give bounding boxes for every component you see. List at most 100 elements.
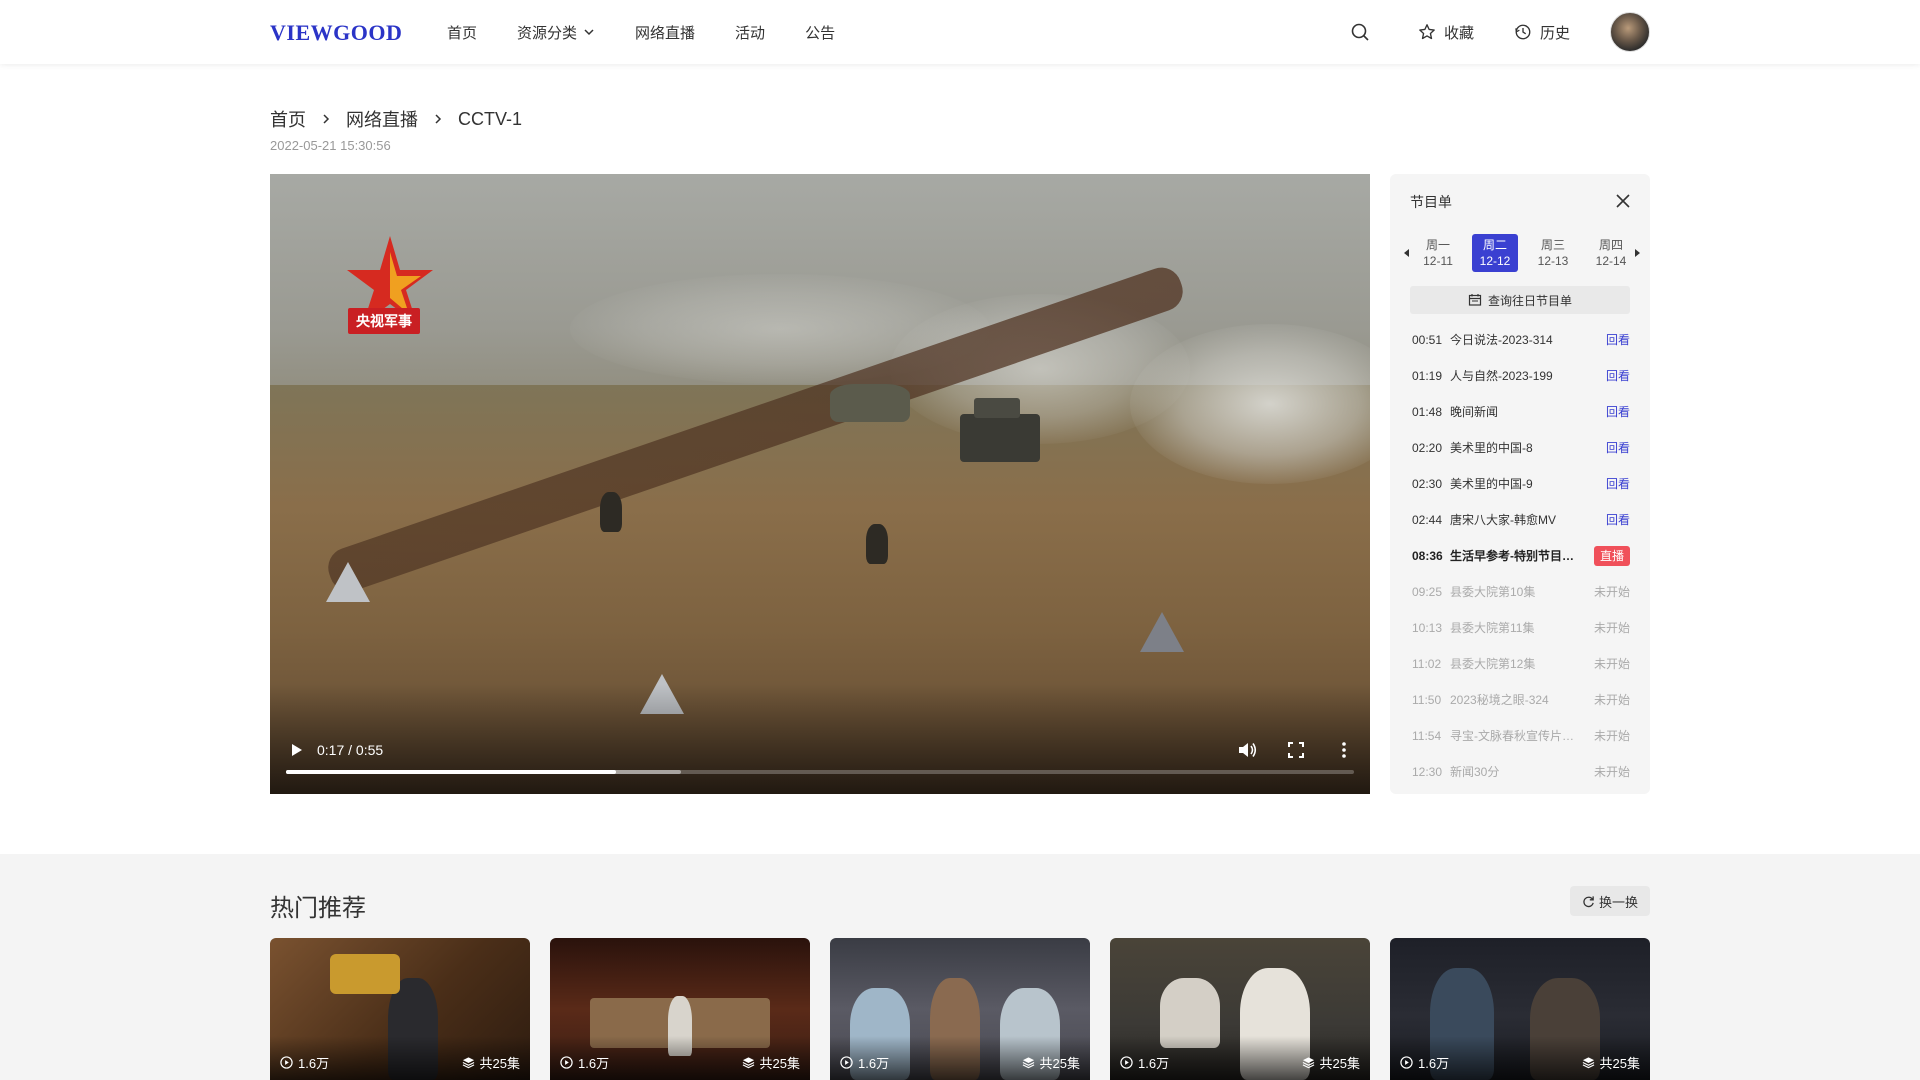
video-frame-soldier	[600, 492, 622, 532]
program-item[interactable]: 02:20 美术里的中国-8 回看	[1390, 430, 1650, 466]
schedule-title: 节目单	[1410, 194, 1452, 210]
site-logo[interactable]: VIEWGOOD	[270, 20, 402, 46]
main-nav: 首页 资源分类 网络直播 活动 公告	[447, 0, 875, 64]
day-week: 周二	[1482, 238, 1507, 252]
day-selector: 周一 12-11 周二 12-12 周三 12-13 周四 12-14	[1390, 234, 1650, 272]
program-name: 新闻30分	[1450, 765, 1500, 779]
favorites-button[interactable]: 收藏	[1418, 22, 1474, 43]
card-views-count: 1.6万	[1138, 1056, 1170, 1071]
video-frame-marker	[326, 562, 370, 602]
program-item-live[interactable]: 08:36 生活早参考-特别节目… 直播	[1390, 538, 1650, 574]
program-time: 02:30	[1412, 477, 1443, 491]
fullscreen-icon[interactable]	[1286, 740, 1306, 760]
recommend-card-list: 1.6万 共25集 1.6万 共25集 1.6万 共25集 1.6万 共25集 …	[270, 938, 1670, 1080]
card-episodes: 共25集	[1022, 1053, 1080, 1072]
calendar-icon	[1468, 294, 1482, 306]
card-views: 1.6万	[840, 1053, 889, 1072]
volume-icon[interactable]	[1236, 739, 1258, 761]
program-name: 人与自然-2023-199	[1450, 369, 1553, 383]
next-day-arrow-icon[interactable]	[1635, 249, 1640, 257]
program-name: 唐宋八大家-韩愈MV	[1450, 513, 1556, 527]
program-status-upcoming: 未开始	[1593, 729, 1630, 743]
close-icon[interactable]	[1614, 192, 1632, 210]
play-circle-icon	[840, 1056, 853, 1069]
program-status-replay[interactable]: 回看	[1606, 322, 1630, 358]
video-frame-vehicle	[960, 398, 1040, 462]
play-icon[interactable]	[286, 740, 306, 760]
card-episodes: 共25集	[742, 1053, 800, 1072]
history-button[interactable]: 历史	[1514, 22, 1570, 43]
video-progress-bar[interactable]	[286, 770, 1354, 774]
video-player[interactable]: 央视军事 0:17 / 0:55	[270, 174, 1370, 794]
prev-day-arrow-icon[interactable]	[1404, 249, 1409, 257]
header-actions: 收藏 历史	[1350, 0, 1650, 64]
chevron-right-icon	[323, 114, 330, 124]
recommend-card[interactable]: 1.6万 共25集	[1110, 938, 1370, 1080]
card-episodes-count: 共25集	[1599, 1056, 1640, 1071]
card-episodes-count: 共25集	[1039, 1056, 1080, 1071]
day-week: 周三	[1540, 238, 1565, 252]
nav-home[interactable]: 首页	[447, 22, 477, 43]
program-status-replay[interactable]: 回看	[1606, 394, 1630, 430]
day-week: 周四	[1598, 238, 1623, 252]
play-circle-icon	[1400, 1056, 1413, 1069]
program-item[interactable]: 02:30 美术里的中国-9 回看	[1390, 466, 1650, 502]
day-tab-thu[interactable]: 周四 12-14	[1588, 234, 1634, 272]
program-name: 2023秘境之眼-324	[1450, 693, 1549, 707]
nav-categories[interactable]: 资源分类	[517, 22, 595, 43]
refresh-button[interactable]: 换一换	[1570, 886, 1650, 916]
program-time: 11:02	[1412, 657, 1442, 671]
more-options-icon[interactable]	[1334, 740, 1354, 760]
video-frame-bunker	[830, 384, 910, 422]
program-status-upcoming: 未开始	[1593, 657, 1630, 671]
channel-logo-text: 央视军事	[348, 308, 420, 334]
program-status-live-badge[interactable]: 直播	[1593, 546, 1630, 566]
video-time: 0:17 / 0:55	[317, 742, 384, 758]
nav-categories-label: 资源分类	[517, 24, 578, 42]
card-episodes-count: 共25集	[759, 1056, 800, 1071]
program-status-replay[interactable]: 回看	[1606, 502, 1630, 538]
breadcrumb-live[interactable]: 网络直播	[346, 106, 418, 132]
star-icon	[1419, 24, 1435, 40]
program-item[interactable]: 01:48 晚间新闻 回看	[1390, 394, 1650, 430]
day-tab-wed[interactable]: 周三 12-13	[1530, 234, 1576, 272]
favorites-label: 收藏	[1443, 24, 1474, 42]
nav-events[interactable]: 活动	[735, 22, 765, 43]
program-item[interactable]: 02:44 唐宋八大家-韩愈MV 回看	[1390, 502, 1650, 538]
recommend-card[interactable]: 1.6万 共25集	[270, 938, 530, 1080]
nav-events-label: 活动	[735, 24, 766, 42]
program-item: 11:02 县委大院第12集 未开始	[1390, 646, 1650, 682]
card-episodes-count: 共25集	[479, 1056, 520, 1071]
user-avatar[interactable]	[1610, 12, 1650, 52]
refresh-label: 换一换	[1598, 894, 1638, 910]
program-time: 12:30	[1412, 765, 1443, 779]
layers-icon	[462, 1057, 474, 1069]
program-item[interactable]: 00:51 今日说法-2023-314 回看	[1390, 322, 1650, 358]
program-time: 11:54	[1412, 729, 1442, 743]
nav-home-label: 首页	[447, 24, 478, 42]
day-date: 12-13	[1537, 254, 1569, 268]
search-button[interactable]	[1350, 22, 1378, 42]
card-episodes: 共25集	[462, 1053, 520, 1072]
program-status-upcoming: 未开始	[1593, 693, 1630, 707]
section-title: 热门推荐	[270, 895, 366, 922]
program-item[interactable]: 01:19 人与自然-2023-199 回看	[1390, 358, 1650, 394]
program-time: 00:51	[1412, 333, 1443, 347]
program-status-replay[interactable]: 回看	[1606, 430, 1630, 466]
video-controls: 0:17 / 0:55	[270, 734, 1370, 766]
breadcrumb-home[interactable]: 首页	[270, 106, 306, 132]
program-time: 02:44	[1412, 513, 1443, 527]
breadcrumb: 首页 网络直播 CCTV-1	[270, 106, 522, 132]
nav-live[interactable]: 网络直播	[635, 22, 695, 43]
recommend-card[interactable]: 1.6万 共25集	[550, 938, 810, 1080]
program-status-replay[interactable]: 回看	[1606, 466, 1630, 502]
program-time: 10:13	[1412, 621, 1443, 635]
recommend-card[interactable]: 1.6万 共25集	[1390, 938, 1650, 1080]
program-status-replay[interactable]: 回看	[1606, 358, 1630, 394]
recommend-card[interactable]: 1.6万 共25集	[830, 938, 1090, 1080]
query-past-schedule-button[interactable]: 查询往日节目单	[1410, 286, 1630, 314]
program-time: 01:19	[1412, 369, 1443, 383]
day-tab-mon[interactable]: 周一 12-11	[1415, 234, 1461, 272]
day-tab-tue[interactable]: 周二 12-12	[1472, 234, 1518, 272]
nav-notices[interactable]: 公告	[805, 22, 835, 43]
